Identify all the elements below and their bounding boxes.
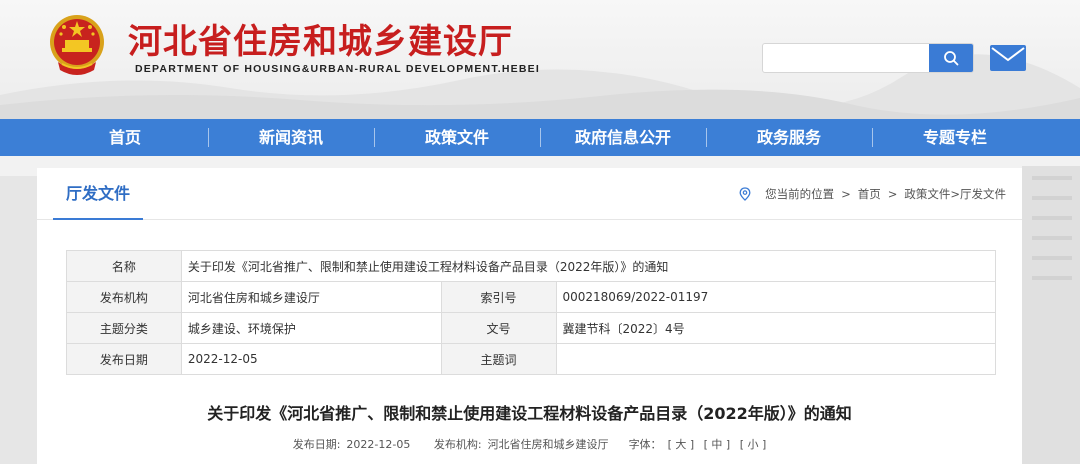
breadcrumb-prefix: 您当前的位置	[765, 187, 835, 201]
site-subtitle: DEPARTMENT OF HOUSING&URBAN-RURAL DEVELO…	[135, 63, 540, 75]
search-box	[762, 43, 974, 73]
meta-date-label: 发布日期:	[292, 438, 341, 451]
meta-org: 河北省住房和城乡建设厅	[487, 438, 609, 451]
font-size-label: 字体：	[628, 438, 662, 451]
keyword-value	[555, 343, 996, 375]
date-value: 2022-12-05	[180, 343, 442, 375]
nav-item-topics[interactable]: 专题专栏	[872, 119, 1038, 156]
site-title: 河北省住房和城乡建设厅	[128, 22, 513, 62]
doc-number-label: 文号	[440, 312, 557, 344]
nav-item-home[interactable]: 首页	[42, 119, 208, 156]
org-value: 河北省住房和城乡建设厅	[180, 281, 442, 313]
nav-item-services[interactable]: 政务服务	[706, 119, 872, 156]
mail-button[interactable]	[990, 45, 1026, 71]
org-label: 发布机构	[66, 281, 182, 313]
nav-item-gov-info[interactable]: 政府信息公开	[540, 119, 706, 156]
article-title: 关于印发《河北省推广、限制和禁止使用建设工程材料设备产品目录（2022年版）》的…	[207, 404, 852, 423]
date-label: 发布日期	[66, 343, 182, 375]
font-small-button[interactable]: [ 小 ]	[740, 438, 767, 451]
nav-item-policy[interactable]: 政策文件	[374, 119, 540, 156]
document-info-table: 名称 关于印发《河北省推广、限制和禁止使用建设工程材料设备产品目录（2022年版…	[66, 250, 997, 375]
table-row: 发布机构 河北省住房和城乡建设厅 索引号 000218069/2022-0119…	[66, 281, 996, 313]
keyword-label: 主题词	[440, 343, 557, 375]
search-button[interactable]	[929, 44, 973, 72]
breadcrumb-home-link[interactable]: 首页	[858, 168, 881, 220]
name-label: 名称	[66, 250, 182, 282]
national-emblem-icon	[50, 15, 104, 75]
location-pin-icon	[739, 187, 751, 201]
meta-org-label: 发布机构:	[433, 438, 482, 451]
panel-header: 厅发文件 您当前的位置 > 首页 > 政策文件>厅发文件	[37, 168, 1022, 220]
meta-date: 2022-12-05	[346, 438, 411, 451]
breadcrumb-separator: >	[887, 187, 898, 201]
main-nav: 首页 新闻资讯 政策文件 政府信息公开 政务服务 专题专栏	[0, 119, 1080, 156]
breadcrumb: 您当前的位置 > 首页 > 政策文件>厅发文件	[739, 168, 1006, 220]
nav-item-news[interactable]: 新闻资讯	[208, 119, 374, 156]
font-large-button[interactable]: [ 大 ]	[668, 438, 695, 451]
site-header: 河北省住房和城乡建设厅 DEPARTMENT OF HOUSING&URBAN-…	[0, 0, 1080, 119]
panel-title: 厅发文件	[53, 168, 143, 220]
topic-label: 主题分类	[66, 312, 182, 344]
doc-number-value: 冀建节科〔2022〕4号	[555, 312, 996, 344]
breadcrumb-path-link[interactable]: 政策文件>厅发文件	[904, 168, 1006, 220]
index-value: 000218069/2022-01197	[555, 281, 996, 313]
table-row: 名称 关于印发《河北省推广、限制和禁止使用建设工程材料设备产品目录（2022年版…	[66, 250, 997, 282]
table-row: 发布日期 2022-12-05 主题词	[66, 343, 996, 375]
table-row: 主题分类 城乡建设、环境保护 文号 冀建节科〔2022〕4号	[66, 312, 996, 344]
index-label: 索引号	[440, 281, 557, 313]
article-meta: 发布日期: 2022-12-05 发布机构: 河北省住房和城乡建设厅 字体： [ 大 …	[37, 436, 1022, 452]
breadcrumb-separator: >	[841, 187, 851, 201]
search-icon	[944, 51, 959, 66]
topic-value: 城乡建设、环境保护	[180, 312, 442, 344]
mail-icon	[990, 45, 1026, 71]
font-medium-button[interactable]: [ 中 ]	[704, 438, 731, 451]
search-input[interactable]	[763, 44, 929, 72]
name-value: 关于印发《河北省推广、限制和禁止使用建设工程材料设备产品目录（2022年版）》的…	[180, 250, 997, 282]
content-panel: 厅发文件 您当前的位置 > 首页 > 政策文件>厅发文件 名称 关于印发《河北省…	[37, 168, 1022, 464]
